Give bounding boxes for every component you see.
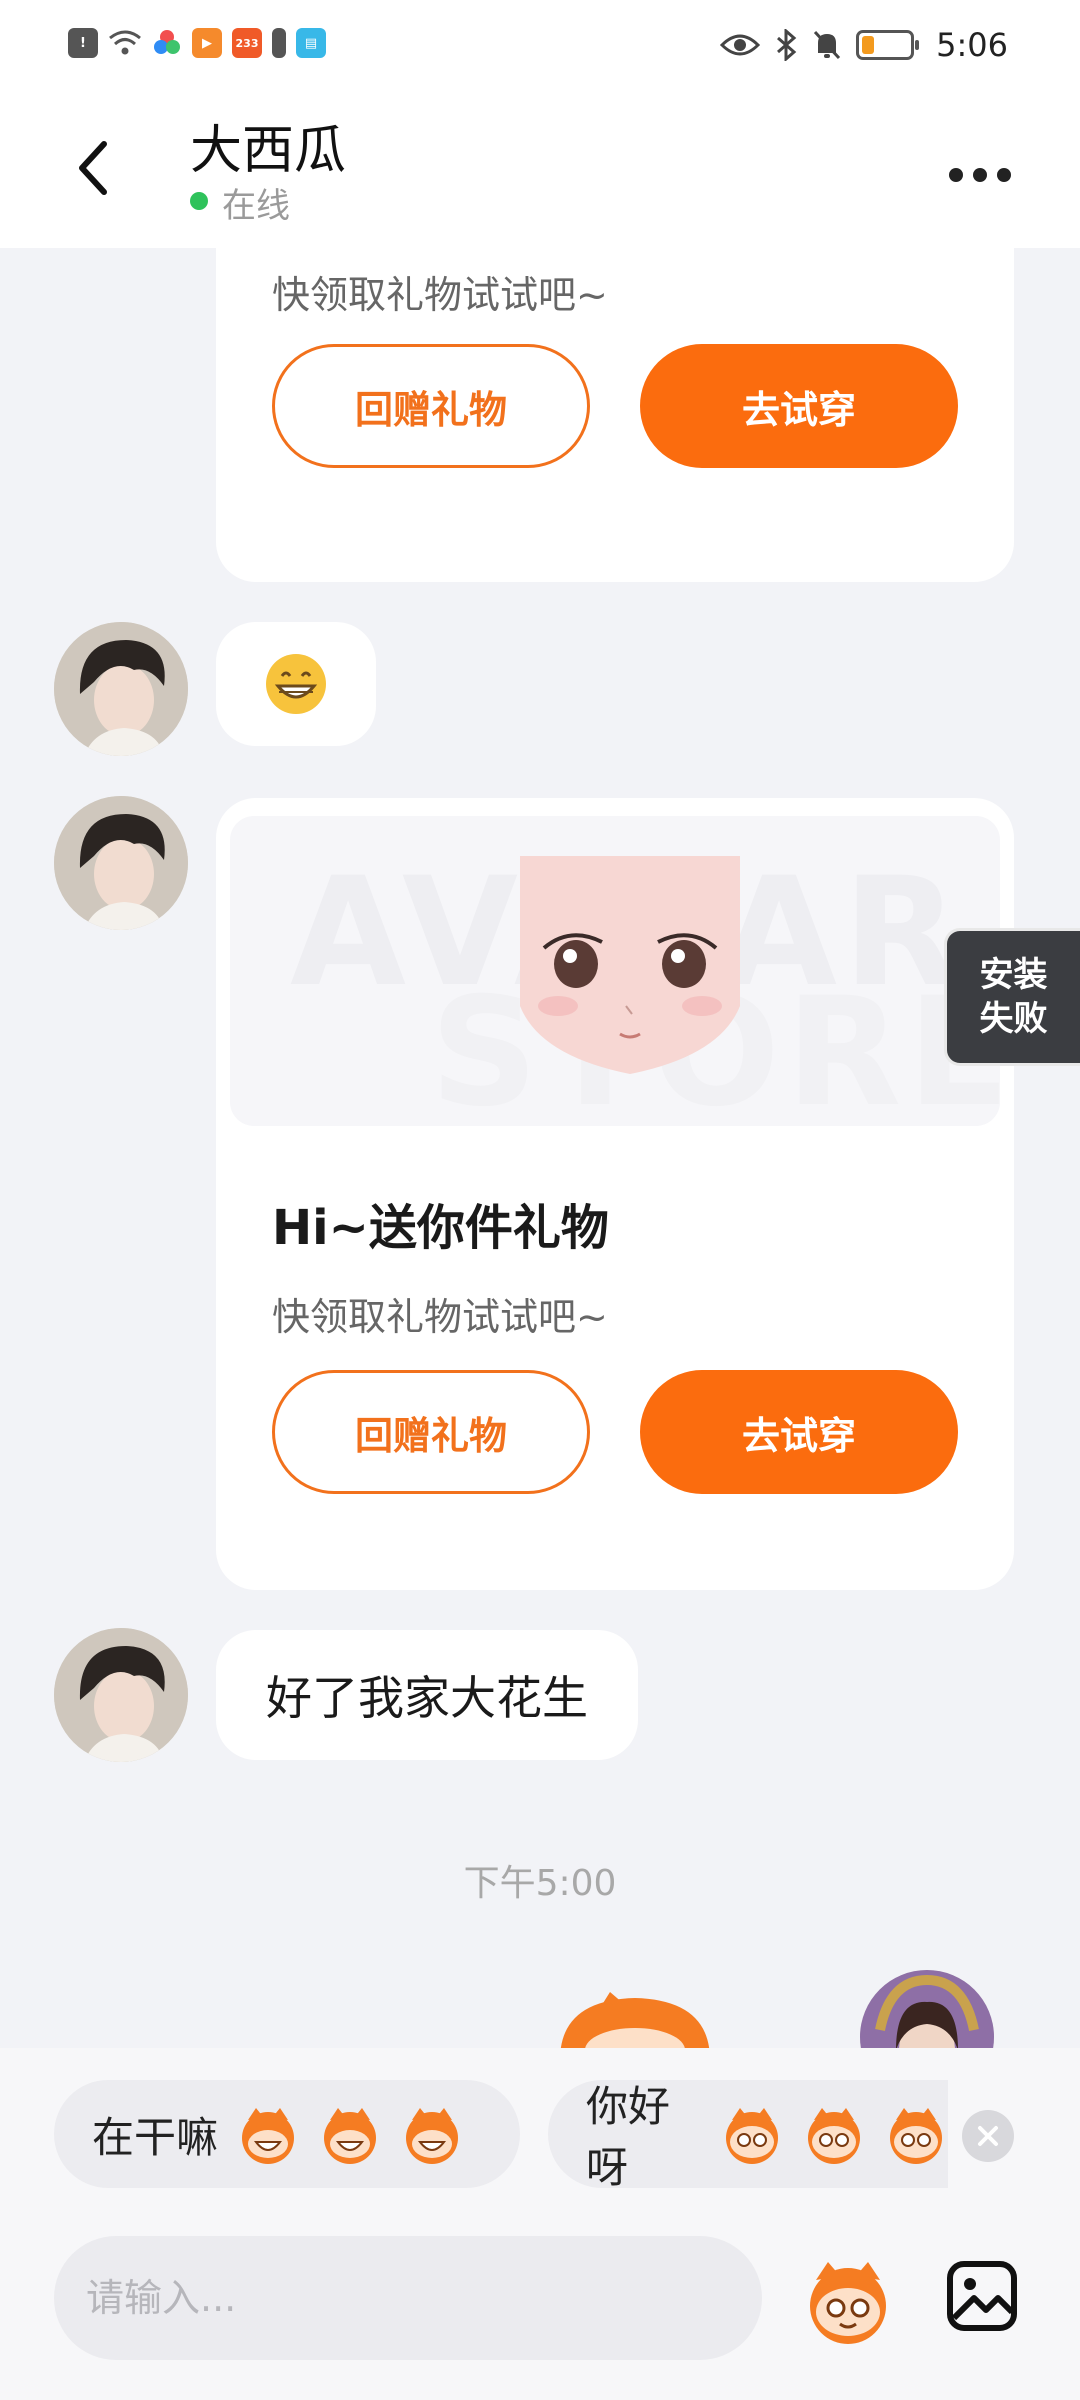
gift-card-subtitle: 快领取礼物试试吧~ [272, 273, 608, 317]
sender-avatar[interactable] [54, 1628, 188, 1762]
book-app-icon: ▤ [296, 28, 326, 58]
emoji-message[interactable] [216, 622, 376, 746]
back-button[interactable] [62, 128, 122, 208]
system-icons: 5:06 [720, 26, 1008, 64]
eye-icon [720, 34, 761, 56]
sender-avatar[interactable] [54, 796, 188, 930]
quick-reply-bar: 在干嘛 你好呀 [0, 2048, 1080, 2198]
message-list[interactable]: 快领取礼物试试吧~ 回赠礼物 去试穿 AVATAR [0, 248, 1080, 2048]
battery-saver-icon [272, 28, 286, 58]
return-gift-button[interactable]: 回赠礼物 [272, 344, 590, 468]
more-options-button[interactable] [940, 150, 1020, 200]
wifi-icon [109, 30, 141, 55]
grin-emoji-icon [266, 654, 326, 714]
close-icon [978, 2126, 998, 2146]
mascot-sticker[interactable] [550, 1990, 720, 2048]
quick-reply-label: 在干嘛 [92, 2112, 219, 2162]
back-arrow-icon [79, 141, 107, 195]
mute-bell-icon [814, 30, 841, 60]
battery-icon [856, 30, 920, 60]
mascot-emoji-icon [242, 2108, 295, 2164]
game-app-icon: 233 [232, 28, 262, 58]
avatar-portrait [54, 622, 188, 756]
colorful-app-icon [154, 30, 180, 54]
float-line-2: 失败 [979, 999, 1048, 1039]
input-bar [0, 2198, 1080, 2400]
sender-avatar[interactable] [54, 622, 188, 756]
quick-reply-chip[interactable]: 你好呀 [548, 2080, 948, 2188]
gift-preview-image[interactable]: AVATAR STORE [230, 816, 1000, 1126]
my-avatar[interactable] [860, 1970, 994, 2048]
more-dots-icon [949, 168, 963, 182]
alert-icon: ! [68, 28, 98, 58]
time-divider: 下午5:00 [463, 1863, 617, 1904]
message-input[interactable] [54, 2236, 762, 2360]
gift-card: AVATAR STORE Hi~送你件礼物 快领取礼物试试吧~ 回赠礼物 去试穿 [216, 798, 1014, 1590]
status-bar: ! ▶ 233 ▤ 5:06 [0, 0, 1080, 92]
contact-name: 大西瓜 [190, 121, 347, 181]
gift-card: 快领取礼物试试吧~ 回赠礼物 去试穿 [216, 248, 1014, 582]
return-gift-button[interactable]: 回赠礼物 [272, 1370, 590, 1494]
close-quick-replies-button[interactable] [962, 2110, 1014, 2162]
quick-reply-chip[interactable]: 在干嘛 [54, 2080, 520, 2188]
try-on-button[interactable]: 去试穿 [640, 1370, 958, 1494]
clock: 5:06 [936, 26, 1008, 64]
avatar-portrait [54, 796, 188, 930]
avatar-portrait [860, 1970, 994, 2048]
mascot-emoji-icon [406, 2108, 459, 2164]
mascot-emoji-icon [808, 2108, 860, 2164]
notification-icons: ! ▶ 233 ▤ [68, 28, 326, 58]
try-on-button[interactable]: 去试穿 [640, 344, 958, 468]
bluetooth-icon [777, 29, 797, 61]
image-icon[interactable] [946, 2260, 1018, 2332]
avatar-portrait [54, 1628, 188, 1762]
gift-card-title: Hi~送你件礼物 [272, 1200, 609, 1256]
install-failed-float[interactable]: 安装 失败 [944, 928, 1080, 1066]
chat-header: 大西瓜 在线 [0, 92, 1080, 248]
mascot-emoji-icon [726, 2108, 778, 2164]
mascot-emoji-icon [324, 2108, 377, 2164]
float-line-1: 安装 [979, 955, 1048, 995]
text-message[interactable]: 好了我家大花生 [216, 1630, 638, 1760]
emoji-mascot-icon[interactable] [800, 2254, 896, 2350]
avatar-face-image [520, 856, 740, 1074]
online-indicator [190, 192, 208, 210]
quick-reply-label: 你好呀 [586, 2082, 671, 2188]
mascot-emoji-icon [890, 2108, 942, 2164]
gift-card-subtitle: 快领取礼物试试吧~ [272, 1295, 608, 1339]
video-app-icon: ▶ [192, 28, 222, 58]
online-status: 在线 [222, 186, 290, 226]
